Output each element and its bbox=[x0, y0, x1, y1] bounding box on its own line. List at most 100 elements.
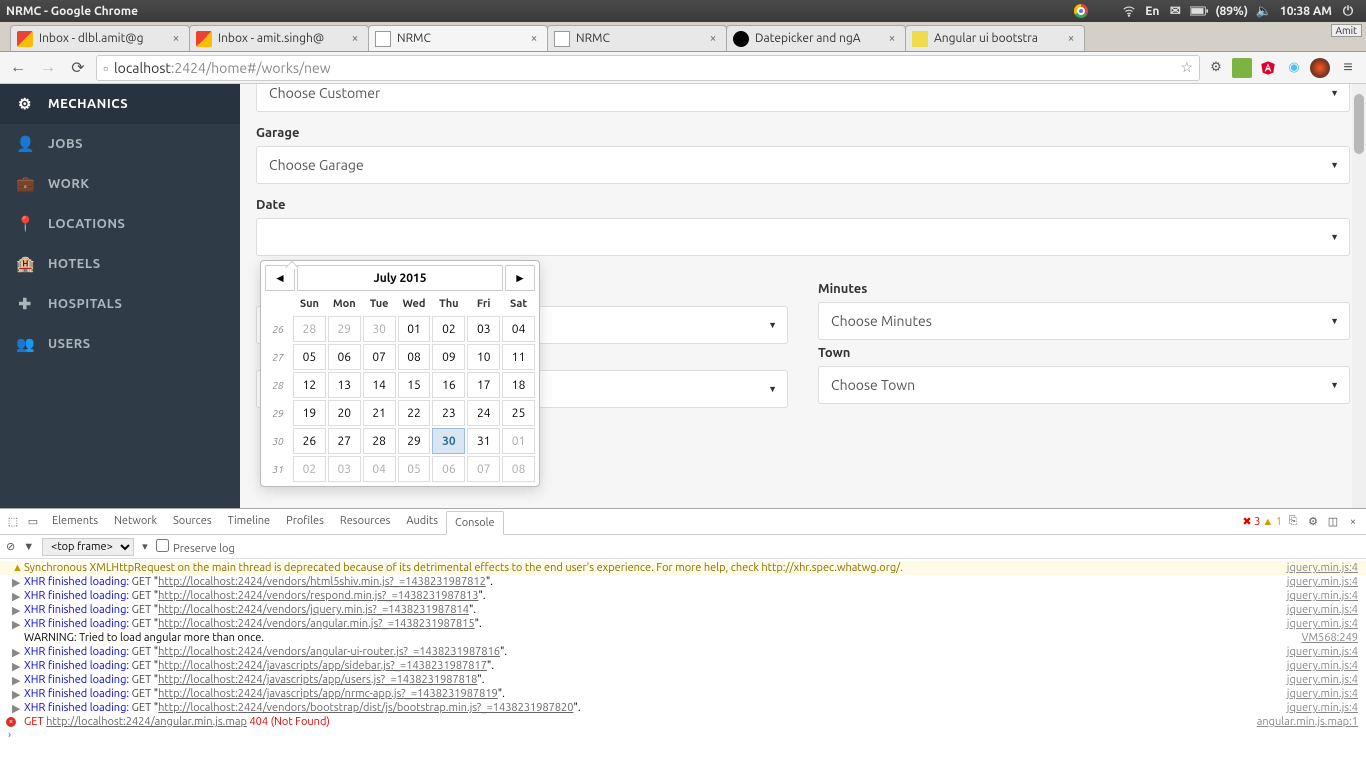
devtools-tab-resources[interactable]: Resources bbox=[332, 510, 398, 534]
datepicker-day[interactable]: 07 bbox=[467, 456, 500, 482]
clear-console-icon[interactable]: ⊘ bbox=[6, 540, 15, 553]
devtools-close-icon[interactable]: × bbox=[1344, 516, 1362, 528]
datepicker-day[interactable]: 23 bbox=[432, 400, 465, 426]
tab-close-icon[interactable]: × bbox=[527, 32, 541, 45]
browser-tab[interactable]: Datepicker and ngA× bbox=[726, 25, 906, 51]
datepicker-day[interactable]: 08 bbox=[398, 344, 431, 370]
datepicker-day[interactable]: 13 bbox=[328, 372, 361, 398]
dock-icon[interactable]: ◫ bbox=[1324, 515, 1342, 528]
context-dropdown-icon[interactable]: ▾ bbox=[142, 540, 148, 553]
datepicker-day[interactable]: 06 bbox=[328, 344, 361, 370]
datepicker-day[interactable]: 19 bbox=[293, 400, 326, 426]
drawer-icon[interactable]: ⎘ bbox=[1284, 515, 1302, 528]
datepicker-day[interactable]: 10 bbox=[467, 344, 500, 370]
tab-close-icon[interactable]: × bbox=[169, 32, 183, 45]
datepicker-day[interactable]: 03 bbox=[328, 456, 361, 482]
browser-tab[interactable]: Inbox - dlbl.amit@g× bbox=[10, 25, 190, 51]
sidebar-item-users[interactable]: 👥USERS bbox=[0, 324, 240, 364]
datepicker-day[interactable]: 09 bbox=[432, 344, 465, 370]
devtools-settings-icon[interactable]: ⚙ bbox=[1304, 515, 1322, 528]
datepicker-day[interactable]: 30 bbox=[432, 428, 465, 454]
extension-icon-circle[interactable] bbox=[1310, 58, 1330, 78]
browser-tab[interactable]: Inbox - amit.singh@× bbox=[189, 25, 369, 51]
console-source-link[interactable]: jquery.min.js:4 bbox=[1287, 674, 1358, 686]
clock[interactable]: 10:38 AM bbox=[1280, 5, 1332, 18]
datepicker-prev-button[interactable]: ◄ bbox=[265, 265, 295, 291]
gear-icon[interactable]: ⚙ bbox=[1206, 58, 1226, 78]
tab-close-icon[interactable]: × bbox=[348, 32, 362, 45]
datepicker-day[interactable]: 20 bbox=[328, 400, 361, 426]
tab-close-icon[interactable]: × bbox=[1064, 32, 1078, 45]
devtools-tab-profiles[interactable]: Profiles bbox=[278, 510, 332, 534]
console-source-link[interactable]: jquery.min.js:4 bbox=[1287, 688, 1358, 700]
town-select[interactable]: Choose Town bbox=[818, 366, 1350, 404]
device-icon[interactable]: ▭ bbox=[24, 515, 42, 528]
console-source-link[interactable]: jquery.min.js:4 bbox=[1287, 618, 1358, 630]
sidebar-item-hotels[interactable]: 🏨HOTELS bbox=[0, 244, 240, 284]
datepicker-day[interactable]: 06 bbox=[432, 456, 465, 482]
datepicker-day[interactable]: 04 bbox=[363, 456, 396, 482]
volume-icon[interactable]: 🔈 bbox=[1255, 2, 1273, 20]
extension-icon-blue[interactable]: ◉ bbox=[1284, 58, 1304, 78]
back-button[interactable]: ← bbox=[6, 56, 30, 80]
devtools-tab-elements[interactable]: Elements bbox=[44, 510, 106, 534]
address-bar[interactable]: ▫ localhost:2424/home#/works/new ☆ bbox=[96, 55, 1200, 81]
browser-tab[interactable]: NRMC× bbox=[368, 25, 548, 51]
datepicker-day[interactable]: 17 bbox=[467, 372, 500, 398]
datepicker-day[interactable]: 26 bbox=[293, 428, 326, 454]
console-source-link[interactable]: jquery.min.js:4 bbox=[1287, 660, 1358, 672]
sidebar-item-mechanics[interactable]: ⚙MECHANICS bbox=[0, 84, 240, 124]
apple-icon[interactable] bbox=[1096, 2, 1114, 20]
console-source-link[interactable]: jquery.min.js:4 bbox=[1287, 604, 1358, 616]
bookmark-star-icon[interactable]: ☆ bbox=[1180, 59, 1193, 76]
console-source-link[interactable]: VM568:249 bbox=[1302, 632, 1358, 644]
datepicker-day[interactable]: 14 bbox=[363, 372, 396, 398]
warning-count[interactable]: ▲ 1 bbox=[1262, 516, 1282, 528]
datepicker-day[interactable]: 12 bbox=[293, 372, 326, 398]
error-count[interactable]: ✖ 3 bbox=[1242, 515, 1260, 528]
datepicker-day[interactable]: 16 bbox=[432, 372, 465, 398]
reload-button[interactable]: ⟳ bbox=[66, 56, 90, 80]
devtools-tab-timeline[interactable]: Timeline bbox=[220, 510, 279, 534]
datepicker-day[interactable]: 30 bbox=[363, 316, 396, 342]
datepicker-day[interactable]: 05 bbox=[293, 344, 326, 370]
chrome-icon[interactable] bbox=[1072, 2, 1090, 20]
datepicker-day[interactable]: 25 bbox=[502, 400, 535, 426]
datepicker-day[interactable]: 24 bbox=[467, 400, 500, 426]
datepicker-day[interactable]: 01 bbox=[398, 316, 431, 342]
datepicker-day[interactable]: 29 bbox=[398, 428, 431, 454]
profile-badge[interactable]: Amit bbox=[1331, 24, 1363, 37]
devtools-tab-audits[interactable]: Audits bbox=[398, 510, 446, 534]
datepicker-day[interactable]: 21 bbox=[363, 400, 396, 426]
lang-indicator[interactable]: En bbox=[1145, 5, 1159, 18]
datepicker-day[interactable]: 28 bbox=[293, 316, 326, 342]
datepicker-day[interactable]: 15 bbox=[398, 372, 431, 398]
datepicker-day[interactable]: 31 bbox=[467, 428, 500, 454]
datepicker-day[interactable]: 02 bbox=[293, 456, 326, 482]
devtools-tab-network[interactable]: Network bbox=[106, 510, 165, 534]
extension-icon-green[interactable] bbox=[1232, 58, 1252, 78]
console-output[interactable]: ▲Synchronous XMLHttpRequest on the main … bbox=[0, 559, 1366, 768]
sidebar-item-hospitals[interactable]: ✚HOSPITALS bbox=[0, 284, 240, 324]
filter-icon[interactable]: ▼ bbox=[23, 541, 34, 553]
datepicker-day[interactable]: 18 bbox=[502, 372, 535, 398]
datepicker-day[interactable]: 08 bbox=[502, 456, 535, 482]
preserve-log-checkbox[interactable]: Preserve log bbox=[156, 539, 235, 555]
console-source-link[interactable]: jquery.min.js:4 bbox=[1287, 646, 1358, 658]
context-select[interactable]: <top frame> bbox=[42, 538, 134, 556]
browser-tab[interactable]: NRMC× bbox=[547, 25, 727, 51]
mail-icon[interactable]: ✉ bbox=[1166, 2, 1184, 20]
sidebar-item-jobs[interactable]: 👤JOBS bbox=[0, 124, 240, 164]
datepicker-day[interactable]: 07 bbox=[363, 344, 396, 370]
devtools-tab-sources[interactable]: Sources bbox=[165, 510, 220, 534]
console-source-link[interactable]: jquery.min.js:4 bbox=[1287, 576, 1358, 588]
forward-button[interactable]: → bbox=[36, 56, 60, 80]
datepicker-next-button[interactable]: ► bbox=[505, 265, 535, 291]
datepicker-day[interactable]: 04 bbox=[502, 316, 535, 342]
console-prompt[interactable]: › bbox=[0, 729, 1366, 741]
datepicker-day[interactable]: 05 bbox=[398, 456, 431, 482]
tab-close-icon[interactable]: × bbox=[885, 32, 899, 45]
power-icon[interactable]: ⏻ bbox=[1339, 2, 1357, 20]
console-source-link[interactable]: angular.min.js.map:1 bbox=[1257, 716, 1358, 728]
garage-select[interactable]: Choose Garage bbox=[256, 146, 1350, 184]
